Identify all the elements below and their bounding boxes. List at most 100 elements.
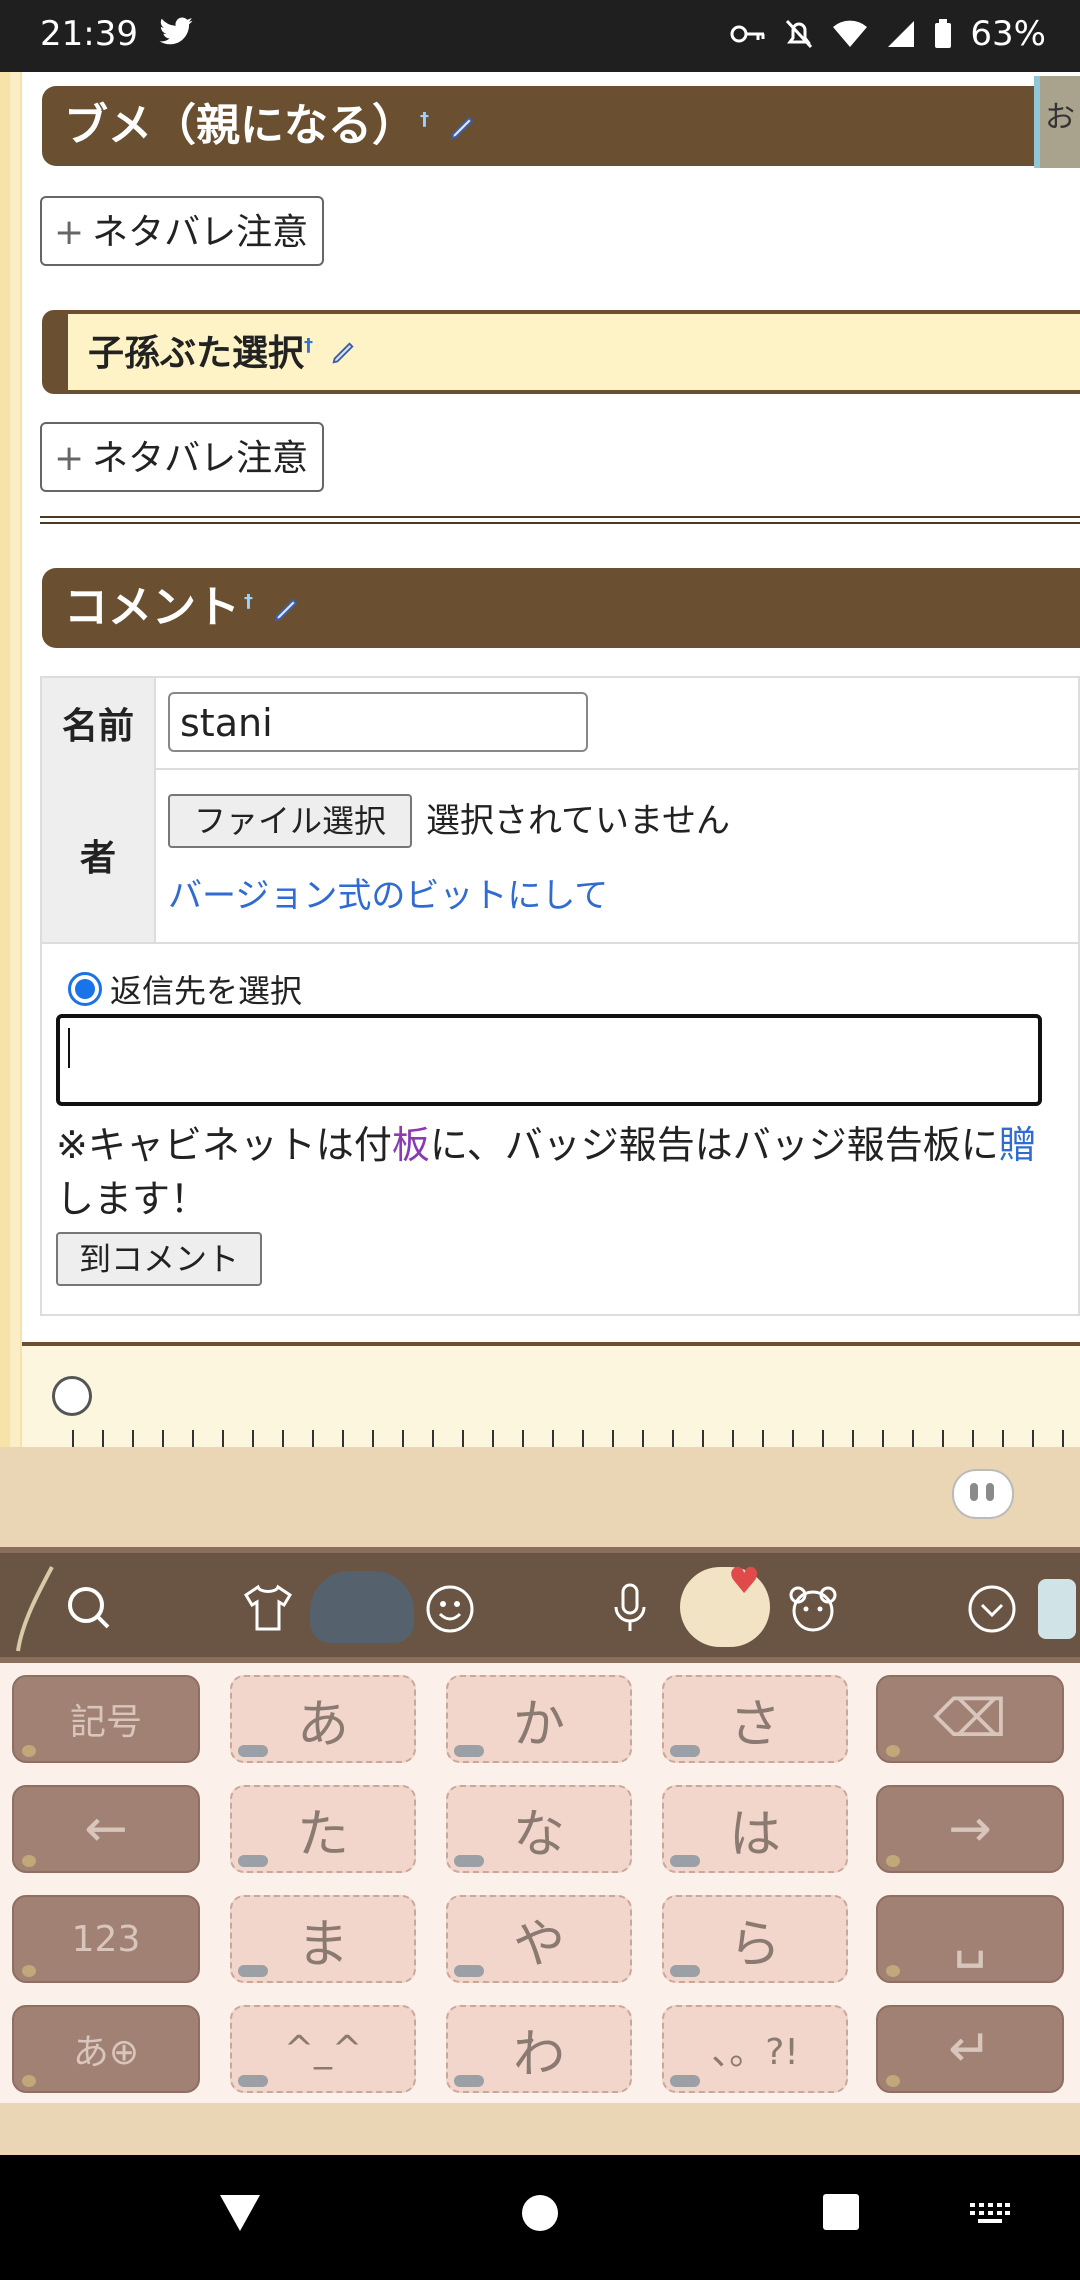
attachment-row: 者 ファイル選択 選択されていません バージョン式のビットにして xyxy=(42,768,1078,944)
recents-icon[interactable] xyxy=(822,2193,860,2235)
key-ka[interactable]: か xyxy=(446,1675,632,1763)
divider xyxy=(40,516,1080,524)
tree-guide-lines xyxy=(72,1430,1072,1447)
reply-target-label: 返信先を選択 xyxy=(110,972,303,1010)
battery-percent: 63% xyxy=(970,14,1046,54)
space-key[interactable]: ␣ xyxy=(876,1895,1064,1983)
twitter-icon xyxy=(158,16,194,52)
home-icon[interactable] xyxy=(520,2193,560,2237)
attachment-label: 者 xyxy=(42,768,156,942)
web-page[interactable]: ブメ（親になる） † お + ネタバレ注意 子孫ぶた選択† + ネタバレ注意 コメント… xyxy=(0,72,1080,1447)
name-label: 名前 xyxy=(42,678,156,768)
keyboard-switch-icon[interactable] xyxy=(970,2203,1010,2229)
spoiler-label: ネタバレ注意 xyxy=(92,438,309,479)
key-wa[interactable]: わ xyxy=(446,2005,632,2093)
comment-form: 名前 stani 者 ファイル選択 選択されていません バージョン式のビットにし… xyxy=(40,676,1080,1316)
keyboard-keys: 記号 あ か さ ⌫ ← た な は → 123 ま や ら ␣ あ⊕ ^_^ … xyxy=(0,1663,1080,2103)
backspace-key[interactable]: ⌫ xyxy=(876,1675,1064,1763)
key-ta[interactable]: た xyxy=(230,1785,416,1873)
notice-link[interactable]: 贈 xyxy=(999,1123,1037,1167)
heading-text: 子孫ぶた選択 xyxy=(88,333,305,374)
cursor-left-key[interactable]: ← xyxy=(12,1785,200,1873)
key-ma[interactable]: ま xyxy=(230,1895,416,1983)
microphone-icon[interactable] xyxy=(610,1583,650,1639)
plus-icon: + xyxy=(54,438,85,479)
edit-pencil-icon[interactable] xyxy=(448,88,476,168)
side-tab[interactable]: お xyxy=(1034,76,1080,168)
cat-decoration-icon xyxy=(310,1571,414,1643)
plant-decoration-icon xyxy=(8,1563,58,1657)
spoiler-toggle-button[interactable]: + ネタバレ注意 xyxy=(40,422,324,492)
key-punctuation[interactable]: 、。?! xyxy=(662,2005,848,2093)
key-label: は xyxy=(728,1804,781,1865)
chevron-down-icon[interactable] xyxy=(966,1583,1018,1639)
space-icon: ␣ xyxy=(953,1909,987,1969)
key-label: ^_^ xyxy=(283,2028,363,2070)
backspace-icon: ⌫ xyxy=(933,1689,1007,1749)
key-ya[interactable]: や xyxy=(446,1895,632,1983)
reply-target-radio-option[interactable]: 返信先を選択 xyxy=(68,966,302,1012)
system-navigation-bar xyxy=(0,2155,1080,2280)
cursor-right-key[interactable]: → xyxy=(876,1785,1064,1873)
key-label: な xyxy=(512,1804,565,1865)
name-row: 名前 stani xyxy=(42,678,1078,770)
comment-textarea[interactable] xyxy=(56,1014,1042,1106)
search-icon[interactable] xyxy=(64,1583,114,1637)
heart-icon: ♥ xyxy=(728,1561,761,1602)
key-label: や xyxy=(512,1914,565,1975)
file-select-button[interactable]: ファイル選択 xyxy=(168,794,412,848)
comment-list-area xyxy=(22,1346,1080,1447)
heading-text: コメント xyxy=(64,582,240,633)
theme-shirt-icon[interactable] xyxy=(242,1583,294,1637)
key-ha[interactable]: は xyxy=(662,1785,848,1873)
wifi-icon xyxy=(832,19,868,49)
key-symbols[interactable]: 記号 xyxy=(12,1675,200,1763)
mute-icon xyxy=(784,18,814,50)
message-row: 返信先を選択 ※キャビネットは付板に、バッジ報告はバッジ報告板に贈します！ 到コ… xyxy=(42,942,1078,1314)
key-ra[interactable]: ら xyxy=(662,1895,848,1983)
notice-part: します！ xyxy=(56,1177,209,1221)
sticker-decoration-icon xyxy=(1038,1579,1076,1639)
edit-pencil-icon[interactable] xyxy=(272,570,300,650)
key-label: さ xyxy=(728,1694,781,1755)
heading-text: ブメ（親になる） xyxy=(64,100,416,151)
key-kaomoji[interactable]: ^_^ xyxy=(230,2005,416,2093)
key-label: 123 xyxy=(71,1918,141,1960)
status-bar: 21:39 63% xyxy=(0,0,1080,72)
status-time: 21:39 xyxy=(40,14,138,54)
section-heading-descendant: 子孫ぶた選択† xyxy=(42,310,1080,394)
enter-key[interactable]: ↵ xyxy=(876,2005,1064,2093)
notice-part: ※キャビネットは付 xyxy=(56,1123,392,1167)
comment-radio[interactable] xyxy=(52,1376,92,1416)
back-icon[interactable] xyxy=(218,2193,262,2237)
keyboard-candidate-bar xyxy=(0,1447,1080,1547)
key-a[interactable]: あ xyxy=(230,1675,416,1763)
keyboard-toolbar: ♥ xyxy=(0,1547,1080,1663)
name-input[interactable]: stani xyxy=(168,692,588,752)
key-numbers[interactable]: 123 xyxy=(12,1895,200,1983)
key-sa[interactable]: さ xyxy=(662,1675,848,1763)
edit-pencil-icon[interactable] xyxy=(330,315,356,395)
key-label: た xyxy=(296,1804,349,1865)
key-label: あ⊕ xyxy=(72,2032,140,2073)
submit-comment-button[interactable]: 到コメント xyxy=(56,1232,262,1286)
key-label: ら xyxy=(728,1914,781,1975)
section-heading-comment: コメント † xyxy=(42,568,1080,648)
anchor-mark[interactable]: † xyxy=(304,335,313,356)
chat-bubble-icon[interactable] xyxy=(954,1471,1012,1517)
key-na[interactable]: な xyxy=(446,1785,632,1873)
arrow-right-icon: → xyxy=(948,1799,992,1859)
page-content: ブメ（親になる） † お + ネタバレ注意 子孫ぶた選択† + ネタバレ注意 コメント… xyxy=(22,72,1080,1447)
key-icon xyxy=(730,22,766,46)
help-link[interactable]: バージョン式のビットにして xyxy=(168,868,608,917)
anchor-mark[interactable]: † xyxy=(244,591,253,612)
input-mode-key[interactable]: あ⊕ xyxy=(12,2005,200,2093)
anchor-mark[interactable]: † xyxy=(420,109,429,130)
file-status: 選択されていません xyxy=(426,801,730,841)
spoiler-toggle-button[interactable]: + ネタバレ注意 xyxy=(40,196,324,266)
notice-link[interactable]: 板 xyxy=(392,1123,430,1167)
bear-face-icon[interactable] xyxy=(786,1583,840,1637)
emoji-icon[interactable] xyxy=(424,1583,476,1639)
signal-icon xyxy=(886,19,916,49)
reply-target-radio[interactable] xyxy=(68,972,102,1006)
